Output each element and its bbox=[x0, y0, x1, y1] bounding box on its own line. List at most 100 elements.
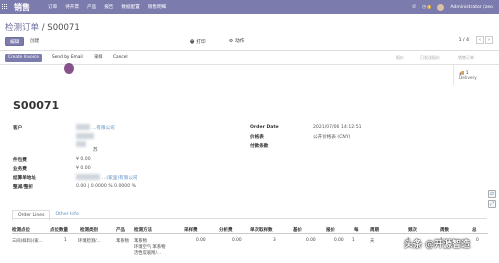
apps-menu-icon[interactable] bbox=[2, 4, 8, 10]
expand-icon[interactable]: ⤢ bbox=[488, 200, 496, 208]
delivery-label: Delivery bbox=[459, 76, 477, 81]
notebook-tabs: Order Lines Other Info bbox=[12, 210, 84, 221]
stage-quotation-sent[interactable]: 已发送报价 bbox=[420, 54, 440, 62]
activity-icon[interactable]: ◷ 3 bbox=[422, 4, 432, 10]
customer-value[interactable]: ...有限公司 bbox=[92, 125, 115, 131]
print-menu[interactable]: 🖶 打印 bbox=[190, 38, 206, 46]
cell-period[interactable]: 天 bbox=[370, 238, 374, 244]
cell-base-price[interactable]: 0.00 bbox=[306, 238, 316, 243]
settlement-address-value[interactable]: ...(家里)有限公司 bbox=[102, 175, 138, 181]
col-analysis-fee[interactable]: 分析费 bbox=[219, 227, 233, 233]
customer-redaction bbox=[76, 124, 90, 130]
cell-method-sub2: 活性炭吸附/... bbox=[134, 251, 162, 256]
avatar[interactable] bbox=[437, 3, 445, 11]
activity-badge: 3 bbox=[427, 4, 432, 9]
address-redaction-2 bbox=[76, 141, 86, 147]
chat-icon[interactable]: ✆ bbox=[412, 5, 416, 10]
app-brand[interactable]: 销售 bbox=[14, 2, 30, 13]
pager-value[interactable]: 1 / 4 bbox=[459, 38, 469, 43]
col-frequency[interactable]: 频次 bbox=[408, 227, 417, 233]
customer-sub: 苏 bbox=[93, 148, 98, 153]
cell-per[interactable]: 1 bbox=[352, 238, 355, 243]
cell-site[interactable]: 三间(样料)(家... bbox=[12, 238, 43, 244]
col-base-price[interactable]: 基价 bbox=[293, 227, 302, 233]
customer-label: 客户 bbox=[13, 126, 23, 131]
cell-total[interactable]: 0 bbox=[476, 238, 479, 243]
menu-item-config[interactable]: 数据配置 bbox=[121, 4, 139, 10]
page-title: S00071 bbox=[13, 99, 60, 112]
col-weeks[interactable]: 周数 bbox=[440, 227, 449, 233]
order-date-value[interactable]: 2021/07/06 14:12:51 bbox=[313, 125, 362, 130]
cell-quote[interactable]: 0.00 bbox=[334, 238, 344, 243]
navbar-right: ✆ ◷ 3 Administrator (zeo bbox=[412, 0, 493, 14]
cell-analysis-fee[interactable]: 0.00 bbox=[232, 238, 242, 243]
service-fee-label: 业务费 bbox=[13, 167, 27, 172]
pager-arrows: ‹ › bbox=[476, 36, 493, 44]
send-by-email-button[interactable]: Send by Email bbox=[49, 54, 86, 62]
discount-value[interactable]: 0.00 | 0.0000 % 0.0000 % bbox=[76, 184, 136, 189]
pieces-fee-label: 件包费 bbox=[13, 158, 27, 163]
cell-samples[interactable]: 3 bbox=[273, 238, 276, 243]
settlement-redaction bbox=[76, 174, 100, 180]
col-sampling-fee[interactable]: 采样费 bbox=[184, 227, 198, 233]
breadcrumb-current: S00071 bbox=[47, 23, 80, 33]
cell-qty[interactable]: 1 bbox=[64, 238, 67, 243]
breadcrumb: 检测订单 / S00071 bbox=[5, 21, 80, 33]
pricelist-label: 价格表 bbox=[250, 135, 264, 140]
col-per[interactable]: 每 bbox=[354, 227, 359, 233]
address-redaction bbox=[76, 133, 94, 139]
delivery-smart-button[interactable]: 🚚 1 Delivery bbox=[453, 65, 493, 85]
tab-order-lines[interactable]: Order Lines bbox=[12, 210, 51, 221]
breadcrumb-parent[interactable]: 检测订单 bbox=[5, 23, 39, 33]
user-menu[interactable]: Administrator (zeo bbox=[450, 5, 493, 10]
col-method[interactable]: 检测方法 bbox=[134, 227, 152, 233]
order-lines-header: 检测点位 点位数量 检测类别 产品 检测方法 采样费 分析费 单次取样数 基价 … bbox=[12, 225, 488, 234]
menu-item-reports[interactable]: 报告 bbox=[104, 4, 113, 10]
cancel-button[interactable]: Cancel bbox=[110, 54, 131, 62]
create-button[interactable]: 创建 bbox=[26, 37, 43, 46]
status-bar: Create Invoice Send by Email 采样 Cancel 报… bbox=[0, 51, 499, 65]
col-total[interactable]: 总 bbox=[472, 227, 477, 233]
cell-sampling-fee[interactable]: 0.00 bbox=[196, 238, 206, 243]
col-period[interactable]: 周期 bbox=[370, 227, 379, 233]
pieces-fee-value[interactable]: ¥ 0.00 bbox=[76, 157, 91, 162]
top-navbar: 销售 订单 待开票 产品 报告 数据配置 销售明细 ✆ ◷ 3 Administr… bbox=[0, 0, 499, 14]
col-samples[interactable]: 单次取样数 bbox=[250, 227, 273, 233]
mouse-cursor bbox=[64, 63, 74, 74]
menu-item-products[interactable]: 产品 bbox=[87, 4, 96, 10]
action-label: 动作 bbox=[235, 39, 245, 44]
discount-label: 整减/整折 bbox=[13, 185, 34, 190]
service-fee-value[interactable]: ¥ 0.00 bbox=[76, 166, 91, 171]
col-site[interactable]: 检测点位 bbox=[12, 227, 30, 233]
chevron-right-icon[interactable]: › bbox=[485, 36, 493, 44]
payment-terms-label: 付款条款 bbox=[250, 144, 269, 149]
edit-button[interactable]: 编辑 bbox=[5, 37, 25, 46]
form-sheet: 🚚 1 Delivery S00071 客户 ...有限公司 苏 件包费 ¥ 0… bbox=[0, 65, 499, 263]
stage-sales-order[interactable]: 销售订单 bbox=[458, 54, 474, 62]
print-label: 打印 bbox=[196, 40, 206, 45]
watermark: 头条 @开源智造 bbox=[404, 240, 471, 250]
tab-other-info[interactable]: Other Info bbox=[50, 210, 83, 221]
col-quote[interactable]: 报价 bbox=[326, 227, 335, 233]
col-product[interactable]: 产品 bbox=[116, 227, 125, 233]
cell-product[interactable]: 苯系物 bbox=[116, 238, 129, 244]
chevron-left-icon[interactable]: ‹ bbox=[476, 36, 484, 44]
menu-item-orders[interactable]: 订单 bbox=[48, 4, 57, 10]
sampling-button[interactable]: 采样 bbox=[91, 54, 106, 62]
menu-item-to-invoice[interactable]: 待开票 bbox=[65, 4, 79, 10]
print-icon: 🖶 bbox=[190, 40, 195, 45]
settlement-address-label: 结算单地址 bbox=[13, 176, 36, 181]
cell-category[interactable]: 环境检测/... bbox=[78, 238, 101, 244]
pricelist-value[interactable]: 公开价格表 (CNY) bbox=[313, 134, 350, 140]
main-menu: 订单 待开票 产品 报告 数据配置 销售明细 bbox=[48, 4, 166, 10]
create-invoice-button[interactable]: Create Invoice bbox=[5, 54, 43, 62]
action-menu[interactable]: ⚙ 动作 bbox=[229, 38, 245, 45]
order-date-label: Order Date bbox=[250, 125, 279, 130]
col-category[interactable]: 检测类别 bbox=[80, 227, 98, 233]
stage-quotation[interactable]: 报价 bbox=[396, 54, 404, 62]
translate-icon[interactable]: ⇄ bbox=[488, 190, 496, 198]
menu-item-sales-details[interactable]: 销售明细 bbox=[148, 4, 166, 10]
control-panel: 检测订单 / S00071 编辑 创建 🖶 打印 ⚙ 动作 1 / 4 ‹ › bbox=[0, 14, 499, 51]
col-site-qty[interactable]: 点位数量 bbox=[50, 227, 68, 233]
side-toolbar: ⇄ ⤢ bbox=[488, 190, 496, 208]
